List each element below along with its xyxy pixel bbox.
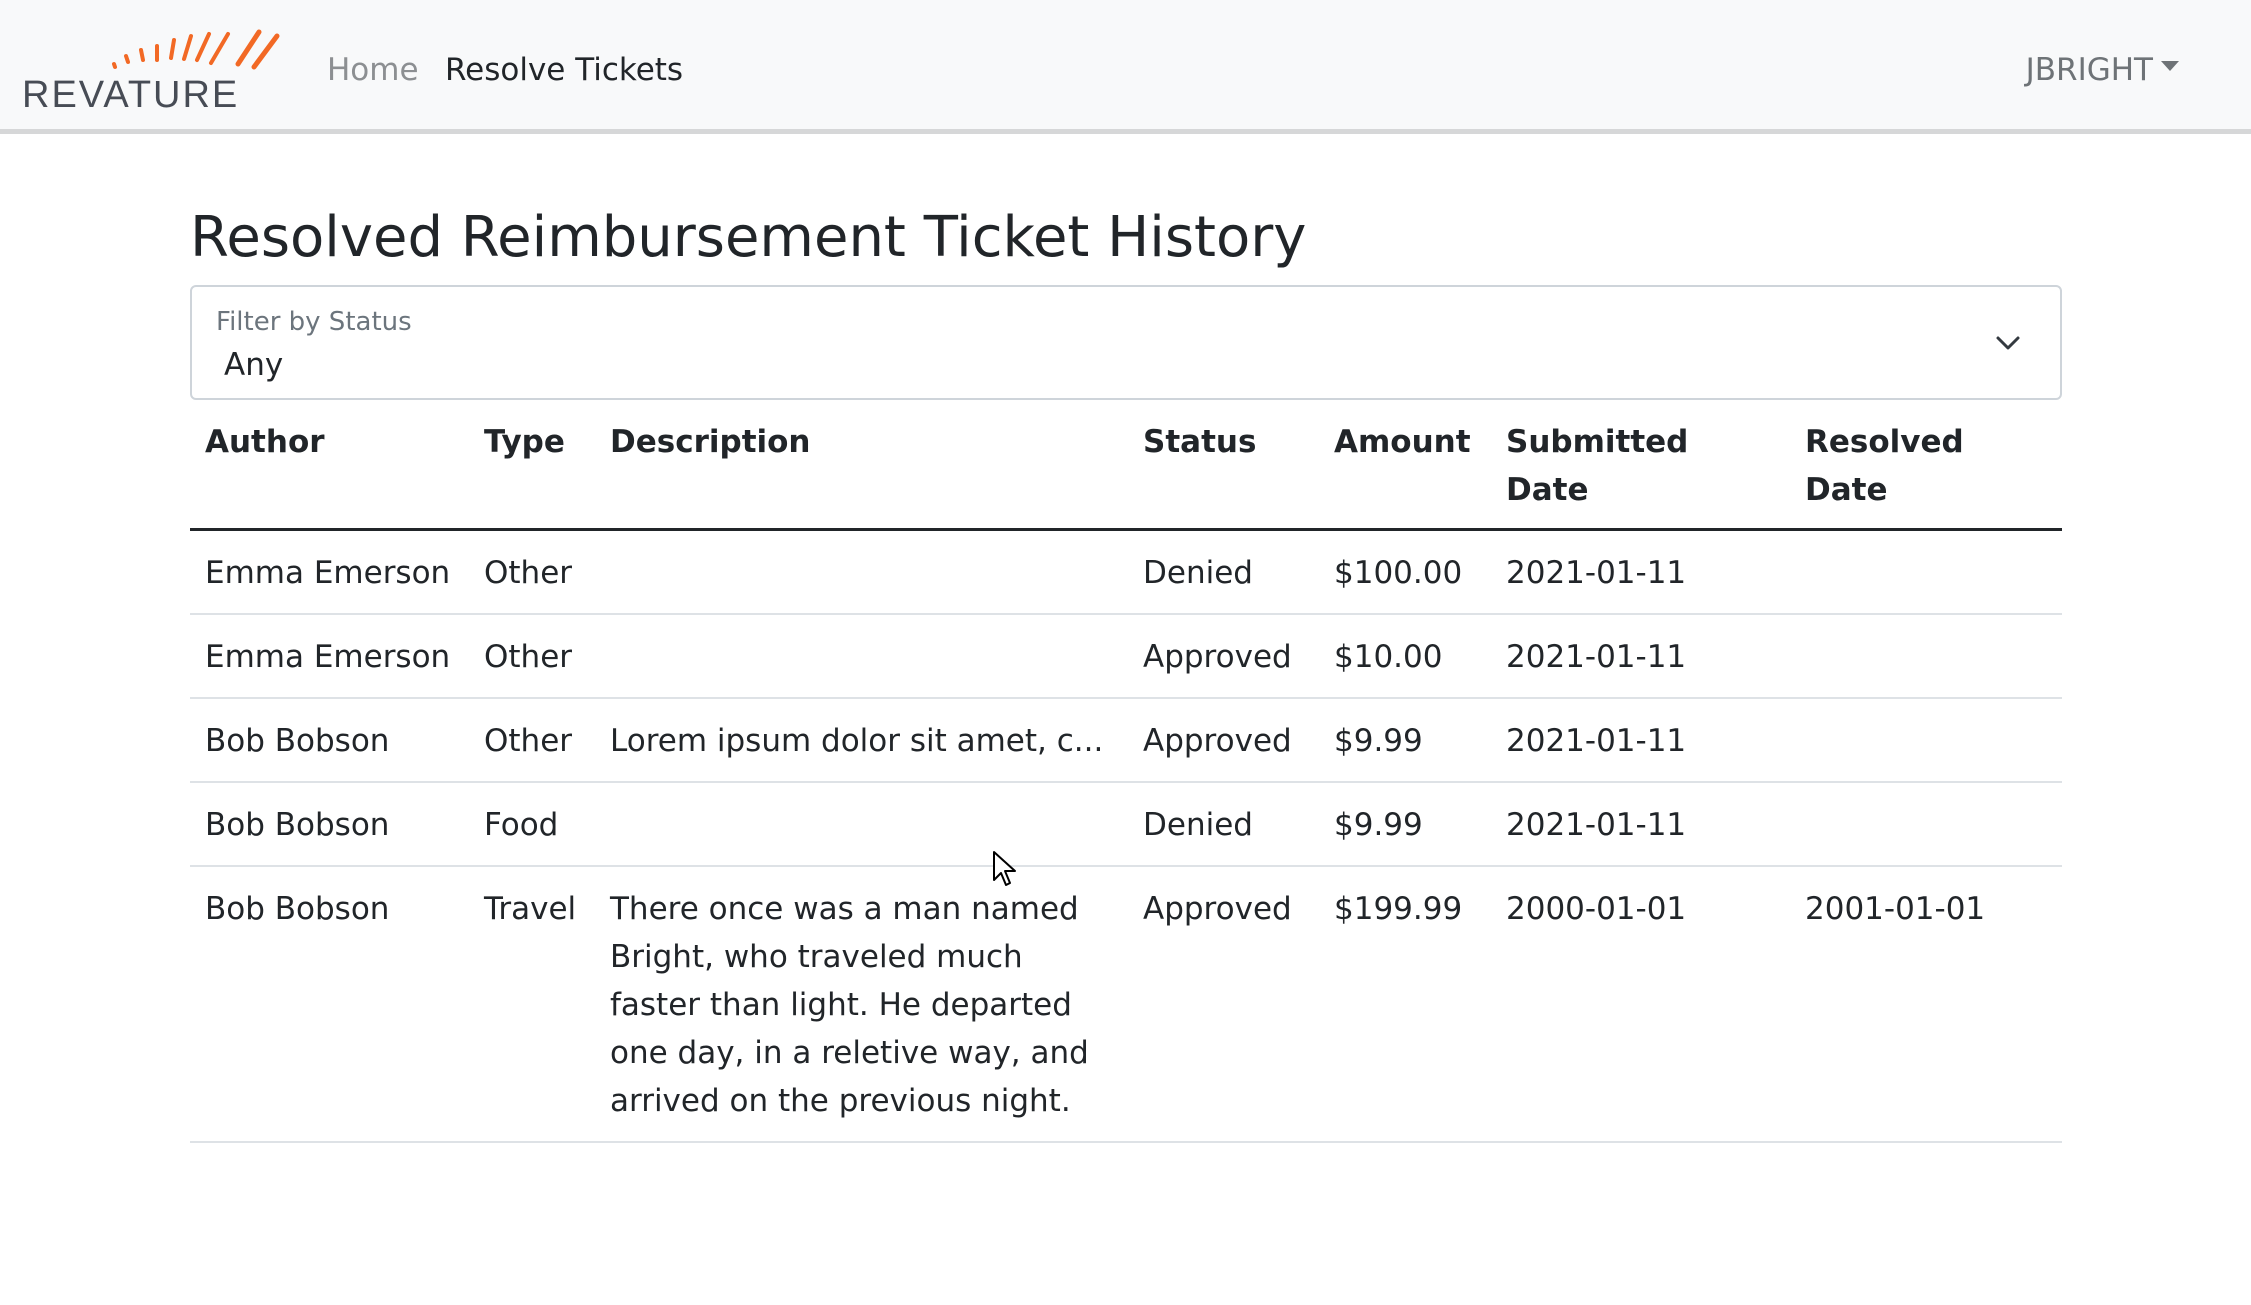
- cell-author: Bob Bobson: [190, 866, 469, 1143]
- page-title: Resolved Reimbursement Ticket History: [190, 205, 1307, 270]
- navbar: REVATURE Home Resolve Tickets JBRIGHT: [0, 0, 2251, 134]
- cell-description: [595, 614, 1128, 699]
- col-header-resolved-date[interactable]: Resolved Date: [1790, 410, 2062, 531]
- cell-description: Lorem ipsum dolor sit amet, c...: [595, 698, 1128, 783]
- nav-resolve-tickets-link[interactable]: Resolve Tickets: [445, 50, 683, 90]
- filter-selected-value: Any: [224, 347, 284, 383]
- cell-type: Food: [469, 782, 595, 867]
- col-header-submitted-date[interactable]: Submitted Date: [1491, 410, 1790, 531]
- cell-submitted-date: 2021-01-11: [1491, 614, 1790, 699]
- col-header-type[interactable]: Type: [469, 410, 595, 531]
- cell-author: Bob Bobson: [190, 698, 469, 783]
- table-row[interactable]: Emma Emerson Other Denied $100.00 2021-0…: [190, 529, 2062, 615]
- cell-submitted-date: 2000-01-01: [1491, 866, 1790, 1143]
- cell-amount: $9.99: [1319, 782, 1491, 867]
- cell-resolved-date: [1790, 782, 2062, 867]
- cell-status: Approved: [1128, 866, 1319, 1143]
- cell-status: Denied: [1128, 529, 1319, 615]
- table-row[interactable]: Bob Bobson Other Lorem ipsum dolor sit a…: [190, 698, 2062, 783]
- cell-amount: $10.00: [1319, 614, 1491, 699]
- filter-label: Filter by Status: [216, 307, 412, 337]
- cell-author: Emma Emerson: [190, 529, 469, 615]
- cell-type: Other: [469, 614, 595, 699]
- cell-submitted-date: 2021-01-11: [1491, 529, 1790, 615]
- cell-submitted-date: 2021-01-11: [1491, 698, 1790, 783]
- cell-resolved-date: [1790, 529, 2062, 615]
- cell-amount: $199.99: [1319, 866, 1491, 1143]
- user-dropdown-toggle[interactable]: JBRIGHT: [2026, 50, 2179, 90]
- cell-resolved-date: 2001-01-01: [1790, 866, 2062, 1143]
- cell-amount: $9.99: [1319, 698, 1491, 783]
- cell-resolved-date: [1790, 614, 2062, 699]
- cell-status: Approved: [1128, 614, 1319, 699]
- cell-description: [595, 529, 1128, 615]
- cell-type: Other: [469, 529, 595, 615]
- cell-description: There once was a man named Bright, who t…: [595, 866, 1128, 1143]
- brand-text: REVATURE: [22, 74, 240, 116]
- nav-home-link[interactable]: Home: [327, 50, 419, 90]
- logo-rays-icon: [112, 29, 280, 70]
- cell-type: Travel: [469, 866, 595, 1143]
- cell-amount: $100.00: [1319, 529, 1491, 615]
- table-row[interactable]: Bob Bobson Food Denied $9.99 2021-01-11: [190, 782, 2062, 867]
- col-header-description[interactable]: Description: [595, 410, 1128, 531]
- chevron-down-icon: [1996, 336, 2020, 350]
- cell-submitted-date: 2021-01-11: [1491, 782, 1790, 867]
- status-filter-select[interactable]: Filter by Status Any: [190, 285, 2062, 400]
- cell-author: Emma Emerson: [190, 614, 469, 699]
- col-header-status[interactable]: Status: [1128, 410, 1319, 531]
- username-label: JBRIGHT: [2025, 52, 2153, 88]
- cell-type: Other: [469, 698, 595, 783]
- cell-author: Bob Bobson: [190, 782, 469, 867]
- cell-status: Denied: [1128, 782, 1319, 867]
- col-header-amount[interactable]: Amount: [1319, 410, 1491, 531]
- cell-resolved-date: [1790, 698, 2062, 783]
- cell-status: Approved: [1128, 698, 1319, 783]
- table-row[interactable]: Bob Bobson Travel There once was a man n…: [190, 866, 2062, 1143]
- table-row[interactable]: Emma Emerson Other Approved $10.00 2021-…: [190, 614, 2062, 699]
- revature-logo[interactable]: REVATURE: [22, 22, 284, 116]
- tickets-table: Author Type Description Status Amount Su…: [190, 410, 2062, 1143]
- cell-description: [595, 782, 1128, 867]
- col-header-author[interactable]: Author: [190, 410, 469, 531]
- table-header-row: Author Type Description Status Amount Su…: [190, 410, 2062, 531]
- caret-down-icon: [2161, 60, 2179, 71]
